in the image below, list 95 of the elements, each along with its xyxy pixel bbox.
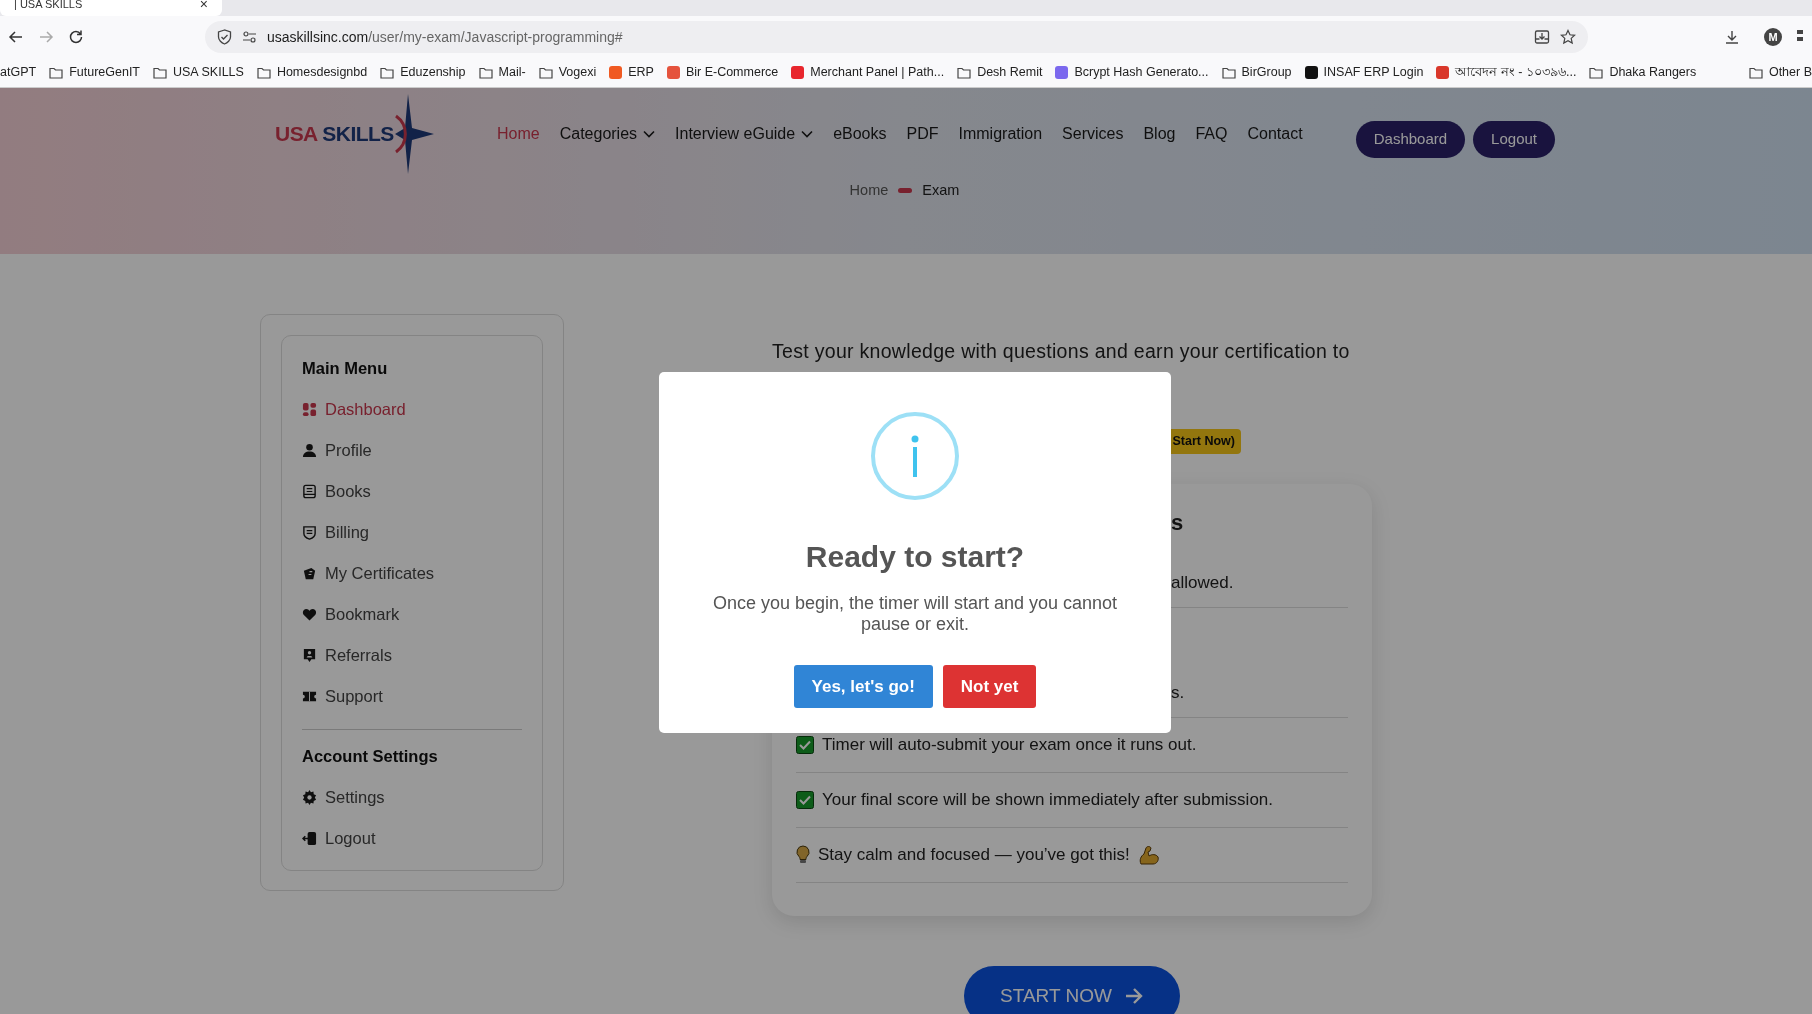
flexed-arm-icon [1137,845,1160,865]
bookmark-link[interactable]: BirGroup [1241,63,1292,82]
bookmark-link[interactable]: আবেদন নং - ১০৩৯৬... [1455,63,1577,82]
nav-link[interactable]: Contact [1247,122,1303,146]
star-icon[interactable] [1560,29,1576,45]
folder-icon [538,66,553,79]
folder-icon [1748,66,1763,79]
menu-item[interactable]: Books [302,470,522,512]
bookmark-link[interactable]: Homesdesignbd [276,63,368,82]
bookmark-link[interactable]: ERP [628,63,654,82]
url-text: usaskillsinc.com/user/my-exam/Javascript-programming# [267,27,623,47]
breadcrumb-current: Exam [922,181,960,200]
folder-icon [1589,66,1604,79]
bookmark-link[interactable]: Bcrypt Hash Generato... [1074,63,1209,82]
start-now-button[interactable]: START NOW [964,966,1180,1014]
card-heading: s [1171,510,1184,535]
menu-item[interactable]: My Certificates [302,552,522,594]
download-icon[interactable] [1724,29,1740,45]
bookmark-link[interactable]: atGPT [0,63,37,82]
logo-text: USA SKILLS [275,121,394,148]
bookmark-link[interactable]: INSAF ERP Login [1323,63,1424,82]
folder-icon [478,66,493,79]
menu-heading: Main Menu [302,358,389,379]
dialog-title: Ready to start? [805,539,1025,575]
header-button[interactable]: Dashboard [1355,120,1466,158]
folder-icon [256,66,271,79]
bookmark-link[interactable]: Vogexi [558,63,597,82]
nav-link[interactable]: Interview eGuide [675,122,814,146]
gear-icon [302,789,317,805]
menu-item[interactable]: Logout [302,817,522,859]
bookmark-link[interactable]: Mail- [498,63,526,82]
install-icon[interactable] [1534,29,1550,45]
lightbulb-icon [796,845,810,865]
site-settings-icon[interactable] [242,31,257,43]
exit-icon [302,830,317,846]
rule-text: allowed. [1171,571,1234,594]
bookmark-link[interactable]: USA SKILLS [173,63,244,82]
nav-link[interactable]: Categories [559,122,656,146]
bookmark-link[interactable]: Other B [1768,63,1812,82]
bookmark-link[interactable]: Dhaka Rangers [1609,63,1697,82]
bookmark-link[interactable]: Desh Remit [977,63,1043,82]
book-icon [302,483,317,499]
dialog-message: Once you begin, the timer will start and you cannot pause or exit. [711,593,1119,635]
address-bar[interactable]: usaskillsinc.com/user/my-exam/Javascript-programming# [205,21,1588,53]
folder-icon [380,66,395,79]
checkbox-icon [796,736,814,754]
id-badge-icon [302,647,317,663]
user-icon [302,442,317,458]
bookmark-link[interactable]: FutureGenIT [69,63,140,82]
menu-item[interactable]: Settings [302,776,522,818]
nav-link[interactable]: Services [1062,122,1124,146]
menu-item[interactable]: Profile [302,429,522,471]
bookmark-link[interactable]: Bir E-Commerce [685,63,779,82]
menu-item[interactable]: Billing [302,511,522,553]
back-icon[interactable] [8,29,24,45]
bookmark-link[interactable]: Merchant Panel | Path... [810,63,945,82]
nav-link[interactable]: Home [497,122,540,146]
bookmark-link[interactable]: Eduzenship [400,63,466,82]
certificate-icon [302,565,317,581]
nav-link[interactable]: Blog [1143,122,1176,146]
breadcrumb-separator [898,188,913,194]
shield-icon [217,29,232,45]
cancel-button[interactable]: Not yet [942,665,1037,708]
heart-icon [302,606,317,622]
menu-item[interactable]: Dashboard [302,388,522,430]
rule-text: Your final score will be shown immediately after submission. [822,789,1273,812]
nav-link[interactable]: FAQ [1195,122,1228,146]
rule-text: Stay calm and focused — you’ve got this! [818,844,1130,867]
menu-item[interactable]: Support [302,675,522,717]
account-avatar[interactable]: M [1764,28,1782,46]
breadcrumb-link[interactable]: Home [849,180,889,202]
confirm-button[interactable]: Yes, let's go! [793,665,933,708]
nav-link[interactable]: Immigration [958,122,1043,146]
nav-link[interactable]: eBooks [833,122,887,146]
menu-heading: Account Settings [302,745,439,767]
intro-text: Test your knowledge with questions and earn your certification to [772,339,1351,364]
checkbox-icon [796,791,814,809]
rule-text: s. [1171,681,1185,704]
header-button[interactable]: Logout [1473,120,1555,158]
reload-icon[interactable] [68,29,84,45]
shield-icon [302,524,317,540]
browser-tab[interactable]: | USA SKILLS × [0,0,222,16]
folder-icon [49,66,64,79]
folder-icon [1221,66,1236,79]
grid-icon [302,401,317,417]
chevron-down-icon [801,130,814,138]
folder-icon [957,66,972,79]
rule-text: Timer will auto-submit your exam once it runs out. [822,734,1197,757]
arrow-right-icon [1123,987,1144,1005]
chevron-down-icon [643,130,656,138]
menu-item[interactable]: Bookmark [302,593,522,635]
folder-icon [153,66,167,79]
menu-item[interactable]: Referrals [302,634,522,676]
info-icon [871,412,959,500]
nav-link[interactable]: PDF [906,122,939,146]
